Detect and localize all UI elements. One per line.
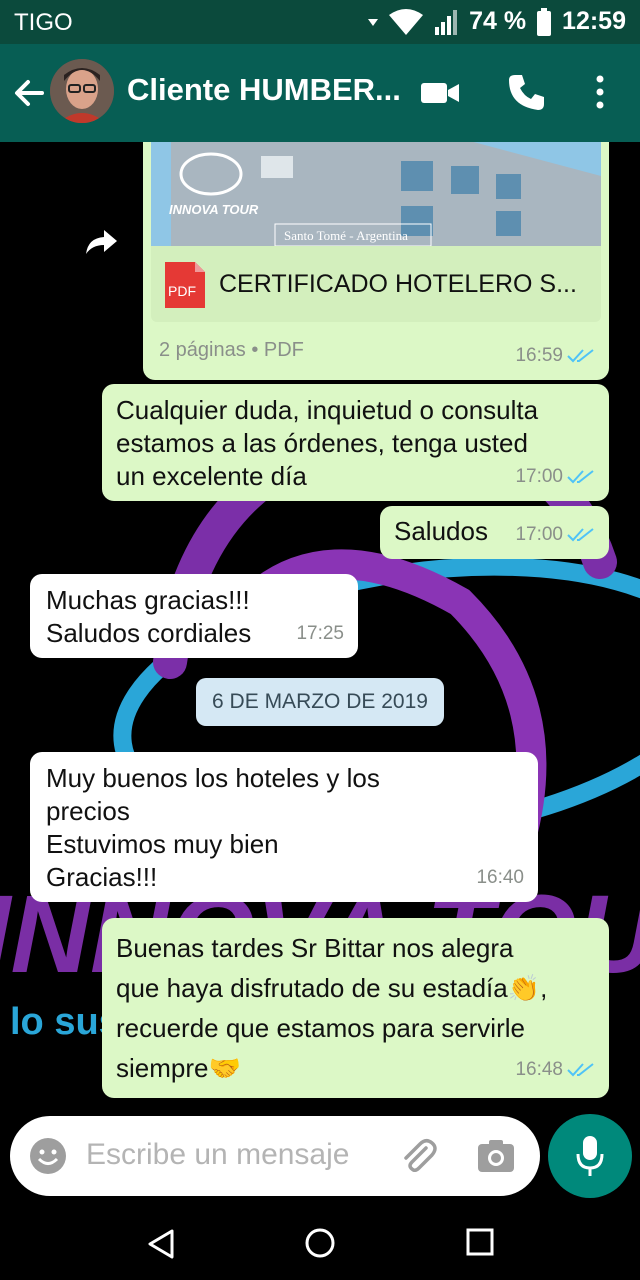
date-divider: 6 DE MARZO DE 2019 xyxy=(196,678,444,726)
document-separator: • xyxy=(251,339,259,361)
voice-record-button[interactable] xyxy=(548,1114,632,1198)
message-meta: 16:59 xyxy=(515,339,595,372)
nav-recents-icon[interactable] xyxy=(466,1228,494,1256)
svg-text:Santo Tomé - Argentina: Santo Tomé - Argentina xyxy=(284,228,408,243)
document-info: 2 páginas • PDF xyxy=(159,334,304,367)
document-thumbnail-image: INNOVA TOUR Santo Tomé - Argentina xyxy=(151,142,601,246)
dropdown-indicator-icon xyxy=(368,18,379,26)
carrier-name: TIGO xyxy=(14,9,73,36)
back-arrow-icon[interactable] xyxy=(12,76,46,110)
nav-home-icon[interactable] xyxy=(304,1227,336,1259)
double-check-icon xyxy=(567,348,594,362)
forward-icon[interactable] xyxy=(84,228,118,256)
wifi-icon xyxy=(389,8,424,35)
message-meta: 16:40 xyxy=(476,861,524,894)
svg-text:PDF: PDF xyxy=(168,283,196,299)
double-check-icon xyxy=(567,469,594,483)
battery-percent: 74 % xyxy=(469,7,527,35)
message-meta: 17:25 xyxy=(296,617,344,650)
message-text: Muy buenos los hoteles y los precios Est… xyxy=(46,763,380,892)
outgoing-message[interactable]: Cualquier duda, inquietud o consulta est… xyxy=(102,384,609,501)
document-pages: 2 páginas xyxy=(159,339,246,361)
chat-area[interactable]: INNOVA TOUR lo sustentable INNOVA TOUR S… xyxy=(0,142,640,1110)
clock: 12:59 xyxy=(562,7,626,35)
message-meta: 16:48 xyxy=(515,1050,595,1090)
message-time: 17:25 xyxy=(296,623,344,644)
system-nav-bar xyxy=(0,1206,640,1280)
battery-icon xyxy=(537,7,552,36)
avatar[interactable] xyxy=(50,59,114,123)
incoming-message[interactable]: Muchas gracias!!! Saludos cordiales 17:2… xyxy=(30,574,358,658)
signal-icon xyxy=(435,9,458,35)
document-file-name: CERTIFICADO HOTELERO S... xyxy=(219,270,577,298)
document-thumbnail[interactable]: INNOVA TOUR Santo Tomé - Argentina xyxy=(151,142,601,246)
document-file-row[interactable]: PDF CERTIFICADO HOTELERO S... xyxy=(151,246,601,322)
avatar-photo xyxy=(50,59,114,123)
message-time: 16:59 xyxy=(515,345,563,366)
video-call-icon[interactable] xyxy=(420,76,460,110)
message-input-placeholder[interactable]: Escribe un mensaje xyxy=(86,1138,349,1172)
message-meta: 17:00 xyxy=(515,518,595,551)
message-time: 16:40 xyxy=(476,867,524,888)
message-time: 16:48 xyxy=(515,1059,563,1080)
outgoing-message[interactable]: Buenas tardes Sr Bittar nos alegra que h… xyxy=(102,918,609,1098)
message-time: 17:00 xyxy=(515,524,563,545)
chat-header: Cliente HUMBER... xyxy=(0,44,640,142)
emoji-icon[interactable] xyxy=(28,1136,68,1176)
nav-back-icon[interactable] xyxy=(146,1228,176,1260)
phone-icon[interactable] xyxy=(506,72,546,112)
attach-icon[interactable] xyxy=(396,1134,440,1178)
message-input[interactable]: Escribe un mensaje xyxy=(10,1116,540,1196)
date-divider-label: 6 DE MARZO DE 2019 xyxy=(212,690,428,713)
double-check-icon xyxy=(567,1063,594,1077)
camera-icon[interactable] xyxy=(476,1136,516,1176)
more-vert-icon[interactable] xyxy=(588,72,612,112)
incoming-message[interactable]: Muy buenos los hoteles y los precios Est… xyxy=(30,752,538,902)
document-message[interactable]: INNOVA TOUR Santo Tomé - Argentina PDF C… xyxy=(143,142,609,380)
contact-name[interactable]: Cliente HUMBER... xyxy=(127,72,401,108)
outgoing-message[interactable]: Saludos 17:00 xyxy=(380,506,609,559)
pdf-icon: PDF xyxy=(165,262,205,308)
double-check-icon xyxy=(567,527,594,541)
document-type: PDF xyxy=(263,339,304,361)
message-time: 17:00 xyxy=(515,466,563,487)
message-composer: Escribe un mensaje xyxy=(0,1110,640,1206)
svg-text:INNOVA TOUR: INNOVA TOUR xyxy=(169,202,259,217)
mic-icon xyxy=(576,1136,604,1176)
status-bar: TIGO 74 % 12:59 xyxy=(0,0,640,44)
message-meta: 17:00 xyxy=(515,460,595,493)
